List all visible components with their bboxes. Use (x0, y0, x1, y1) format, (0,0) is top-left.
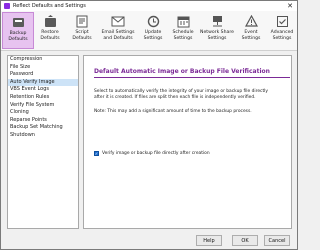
page-title: Default Automatic Image or Backup File V… (94, 68, 270, 75)
sidebar-item-backup-set-matching[interactable]: Backup Set Matching (8, 124, 78, 132)
toolbar-label: Network Share Settings (200, 30, 234, 41)
sidebar-item-reparse-points[interactable]: Reparse Points (8, 117, 78, 125)
schedule-icon (176, 14, 190, 28)
toolbar-label: Event Settings (241, 30, 261, 41)
note-text: Note: This may add a significant amount … (94, 109, 252, 114)
verify-after-creation-checkbox[interactable]: ✓ (94, 151, 99, 156)
sidebar-item-verify-file-system[interactable]: Verify File System (8, 102, 78, 110)
toolbar-label: Schedule Settings (172, 30, 194, 41)
cancel-button[interactable]: Cancel (264, 235, 290, 246)
toolbar-script-defaults[interactable]: Script Defaults (67, 12, 97, 49)
toolbar-schedule-settings[interactable]: Schedule Settings (169, 12, 197, 49)
ok-button[interactable]: OK (232, 235, 258, 246)
close-button[interactable]: ✕ (285, 2, 295, 10)
checkmark-icon: ✓ (94, 151, 99, 156)
toolbar: Backup Defaults Restore Defaults Script … (1, 11, 297, 51)
sidebar-item-cloning[interactable]: Cloning (8, 109, 78, 117)
toolbar-label: Backup Defaults (8, 31, 28, 42)
toolbar-update-settings[interactable]: Update Settings (139, 12, 167, 49)
toolbar-network-share-settings[interactable]: Network Share Settings (199, 12, 235, 49)
sidebar-item-password[interactable]: Password (8, 71, 78, 79)
sidebar-item-file-size[interactable]: File Size (8, 64, 78, 72)
help-button[interactable]: Help (196, 235, 222, 246)
advanced-icon (275, 14, 289, 28)
sidebar-item-compression[interactable]: Compression (8, 56, 78, 64)
event-icon (244, 14, 258, 28)
settings-category-list: Compression File Size Password Auto Veri… (7, 55, 79, 229)
title-bar: Reflect Defaults and Settings ✕ (1, 1, 297, 11)
sidebar-item-shutdown[interactable]: Shutdown (8, 132, 78, 140)
verify-after-creation-option[interactable]: ✓ Verify image or backup file directly a… (94, 151, 210, 156)
toolbar-event-settings[interactable]: Event Settings (237, 12, 265, 49)
network-icon (210, 14, 224, 28)
toolbar-label: Update Settings (143, 30, 163, 41)
window-title: Reflect Defaults and Settings (13, 3, 86, 9)
dialog-footer: Help OK Cancel (1, 233, 297, 249)
heading-divider (94, 77, 290, 78)
app-icon (4, 3, 10, 9)
description-text: Select to automatically verify the integ… (94, 89, 268, 100)
toolbar-label: Restore Defaults (40, 30, 60, 41)
settings-window: Reflect Defaults and Settings ✕ Backup D… (0, 0, 298, 250)
settings-panel: Default Automatic Image or Backup File V… (83, 55, 292, 229)
toolbar-label: Script Defaults (72, 30, 92, 41)
checkbox-label: Verify image or backup file directly aft… (102, 151, 210, 156)
restore-icon (43, 14, 57, 28)
backup-icon (11, 15, 25, 29)
toolbar-label: Email Settings and Defaults (101, 30, 135, 41)
toolbar-label: Advanced Settings (270, 30, 294, 41)
toolbar-backup-defaults[interactable]: Backup Defaults (2, 12, 34, 49)
sidebar-item-vbs-event-logs[interactable]: VBS Event Logs (8, 86, 78, 94)
script-icon (75, 14, 89, 28)
update-icon (146, 14, 160, 28)
email-icon (111, 14, 125, 28)
toolbar-advanced-settings[interactable]: Advanced Settings (267, 12, 297, 49)
toolbar-email-settings[interactable]: Email Settings and Defaults (99, 12, 137, 49)
sidebar-item-retention-rules[interactable]: Retention Rules (8, 94, 78, 102)
sidebar-item-auto-verify-image[interactable]: Auto Verify Image (8, 78, 78, 87)
toolbar-restore-defaults[interactable]: Restore Defaults (35, 12, 65, 49)
close-icon: ✕ (287, 2, 293, 10)
